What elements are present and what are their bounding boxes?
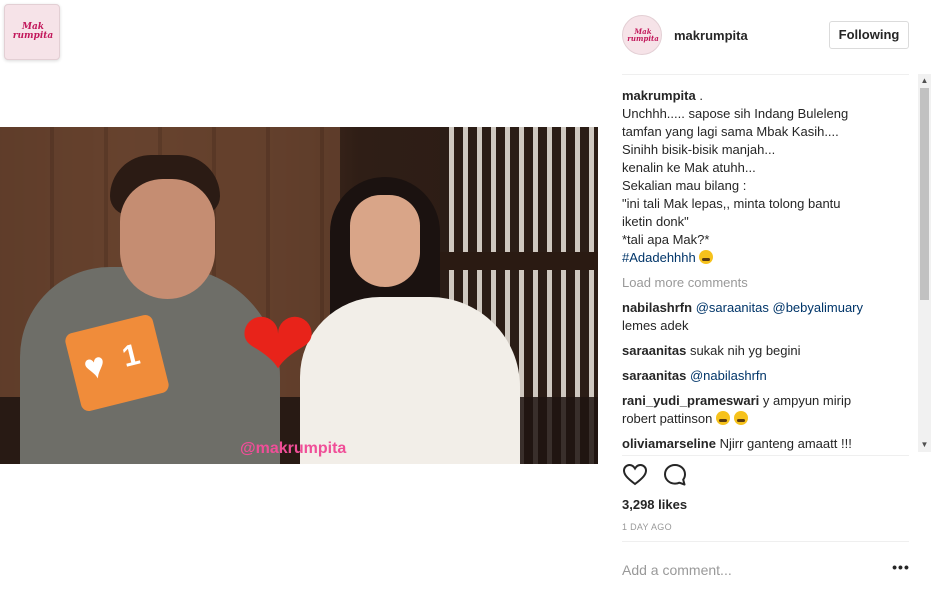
post-sidebar: Mak rumpita makrumpita Following makrump… xyxy=(598,0,931,593)
comment-item: oliviamarseline Njirr ganteng amaatt !!! xyxy=(622,435,916,453)
caption: makrumpita . Unchhh..... sapose sih Inda… xyxy=(622,87,916,267)
comment-text: y ampyun mirip xyxy=(762,393,852,408)
comment-item: saraanitas sukak nih yg begini xyxy=(622,342,916,360)
actions-divider xyxy=(622,455,909,456)
caption-line: Sekalian mau bilang : xyxy=(622,178,747,193)
caption-author-suffix: . xyxy=(695,88,703,103)
likes-count[interactable]: 3,298 likes xyxy=(622,497,687,512)
video-watermark: @makrumpita xyxy=(240,440,347,457)
post-video[interactable]: ♥ 1 ❤ @makrumpita xyxy=(0,127,598,464)
comment-mentions[interactable]: @saraanitas @bebyalimuary xyxy=(696,300,863,315)
header-username[interactable]: makrumpita xyxy=(674,28,748,43)
post-date[interactable]: 1 DAY AGO xyxy=(622,522,672,532)
notif-count: 1 xyxy=(118,337,144,374)
caption-line: iketin donk" xyxy=(622,214,689,229)
heart-sticker-icon: ❤ xyxy=(239,294,317,396)
comments-scrollbar[interactable]: ▲ ▼ xyxy=(918,74,931,452)
scroll-down-arrow-icon[interactable]: ▼ xyxy=(918,438,931,452)
comment-item: saraanitas @nabilashrfn xyxy=(622,367,916,385)
comment-item: nabilashrfn @saraanitas @bebyalimuary le… xyxy=(622,299,916,335)
scroll-thumb[interactable] xyxy=(920,88,929,300)
man-head xyxy=(120,179,215,299)
comment-user[interactable]: nabilashrfn xyxy=(622,300,692,315)
caption-hashtag[interactable]: #Adadehhhh xyxy=(622,250,696,265)
caption-author[interactable]: makrumpita xyxy=(622,88,696,103)
caption-line: *tali apa Mak?* xyxy=(622,232,710,247)
woman-figure xyxy=(300,297,520,464)
caption-line: kenalin ke Mak atuhh... xyxy=(622,160,756,175)
post-header: Mak rumpita makrumpita Following xyxy=(598,0,931,74)
comment-text: lemes adek xyxy=(622,318,689,333)
comment-user[interactable]: rani_yudi_prameswari xyxy=(622,393,759,408)
grinning-sweat-emoji-icon xyxy=(699,250,714,264)
caption-line: Sinihh bisik-bisik manjah... xyxy=(622,142,776,157)
add-comment-input[interactable] xyxy=(622,560,872,580)
speech-bubble-icon[interactable] xyxy=(662,462,688,488)
heart-icon[interactable] xyxy=(622,462,648,488)
load-more-comments-link[interactable]: Load more comments xyxy=(622,274,916,292)
caption-line: tamfan yang lagi sama Mbak Kasih.... xyxy=(622,124,839,139)
ellipsis-icon[interactable]: ••• xyxy=(892,560,910,578)
comment-mentions[interactable]: @nabilashrfn xyxy=(690,368,767,383)
scroll-up-arrow-icon[interactable]: ▲ xyxy=(918,74,931,88)
caption-line: "ini tali Mak lepas,, minta tolong bantu xyxy=(622,196,841,211)
add-comment-divider xyxy=(622,541,909,542)
comment-text: sukak nih yg begini xyxy=(689,343,801,358)
logo-text: Mak rumpita xyxy=(12,22,54,41)
makrumpita-logo-thumbnail: Mak rumpita xyxy=(4,4,60,60)
window-band xyxy=(440,252,598,270)
sad-emoji-icon xyxy=(715,411,730,425)
caption-line: Unchhh..... sapose sih Indang Buleleng xyxy=(622,106,849,121)
comment-user[interactable]: saraanitas xyxy=(622,343,686,358)
comments-list: makrumpita . Unchhh..... sapose sih Inda… xyxy=(622,87,916,453)
comment-text: Njirr ganteng amaatt !!! xyxy=(719,436,852,451)
avatar-logo-text: Mak rumpita xyxy=(627,27,659,43)
notif-heart-icon: ♥ xyxy=(79,343,111,389)
grinning-sweat-emoji-icon xyxy=(733,411,748,425)
header-divider xyxy=(622,74,909,75)
comment-text-continued: robert pattinson xyxy=(622,411,713,426)
woman-face xyxy=(350,195,420,287)
avatar[interactable]: Mak rumpita xyxy=(622,15,662,55)
comment-user[interactable]: oliviamarseline xyxy=(622,436,716,451)
following-button[interactable]: Following xyxy=(829,21,909,49)
comment-item: rani_yudi_prameswari y ampyun mirip robe… xyxy=(622,392,916,428)
comment-user[interactable]: saraanitas xyxy=(622,368,686,383)
